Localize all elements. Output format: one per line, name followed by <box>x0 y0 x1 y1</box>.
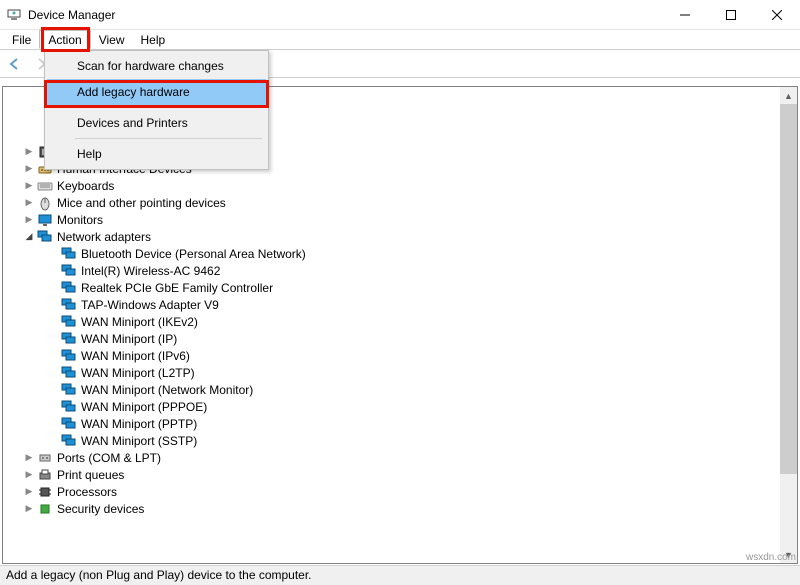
network-adapter-icon <box>61 433 77 449</box>
tree-label: Intel(R) Wireless-AC 9462 <box>81 264 220 278</box>
menubar: File Action View Help <box>0 30 800 50</box>
tree-network-child[interactable]: ▶WAN Miniport (SSTP) <box>3 432 782 449</box>
chevron-right-icon[interactable]: ▶ <box>23 146 35 157</box>
mouse-icon <box>37 195 53 211</box>
chevron-right-icon[interactable]: ▶ <box>23 486 35 497</box>
window-controls <box>662 0 800 30</box>
back-button[interactable] <box>4 53 26 75</box>
tree-label: WAN Miniport (PPTP) <box>81 417 197 431</box>
tree-label: Ports (COM & LPT) <box>57 451 161 465</box>
titlebar: Device Manager <box>0 0 800 30</box>
network-adapter-icon <box>61 280 77 296</box>
chevron-right-icon[interactable]: ▶ <box>23 452 35 463</box>
menu-scan-hardware[interactable]: Scan for hardware changes <box>47 53 266 79</box>
network-icon <box>37 229 53 245</box>
tree-network-child[interactable]: ▶WAN Miniport (IKEv2) <box>3 313 782 330</box>
tree-network-child[interactable]: ▶WAN Miniport (PPTP) <box>3 415 782 432</box>
tree-network-child[interactable]: ▶TAP-Windows Adapter V9 <box>3 296 782 313</box>
scroll-up-button[interactable]: ▲ <box>780 87 797 104</box>
tree-security-devices[interactable]: ▶ Security devices <box>3 500 782 517</box>
tree-network-child[interactable]: ▶Realtek PCIe GbE Family Controller <box>3 279 782 296</box>
tree-label: WAN Miniport (Network Monitor) <box>81 383 253 397</box>
tree-network-child[interactable]: ▶WAN Miniport (IP) <box>3 330 782 347</box>
menu-file[interactable]: File <box>4 30 39 49</box>
tree-print-queues[interactable]: ▶ Print queues <box>3 466 782 483</box>
tree-label: Keyboards <box>57 179 114 193</box>
tree-network-child[interactable]: ▶WAN Miniport (Network Monitor) <box>3 381 782 398</box>
maximize-button[interactable] <box>708 0 754 30</box>
app-icon <box>6 7 22 23</box>
tree-label: Network adapters <box>57 230 151 244</box>
chevron-right-icon[interactable]: ▶ <box>23 503 35 514</box>
tree-network-child[interactable]: ▶WAN Miniport (L2TP) <box>3 364 782 381</box>
tree-label: WAN Miniport (L2TP) <box>81 366 195 380</box>
menu-add-legacy-hardware[interactable]: Add legacy hardware <box>47 79 266 105</box>
processor-icon <box>37 484 53 500</box>
minimize-button[interactable] <box>662 0 708 30</box>
menu-view[interactable]: View <box>91 30 133 49</box>
network-adapter-icon <box>61 382 77 398</box>
tree-monitors[interactable]: ▶ Monitors <box>3 211 782 228</box>
watermark: wsxdn.com <box>746 552 796 563</box>
tree-mice[interactable]: ▶ Mice and other pointing devices <box>3 194 782 211</box>
tree-network-child[interactable]: ▶WAN Miniport (PPPOE) <box>3 398 782 415</box>
tree-network-child[interactable]: ▶Bluetooth Device (Personal Area Network… <box>3 245 782 262</box>
menu-help[interactable]: Help <box>47 141 266 167</box>
chevron-right-icon[interactable]: ▶ <box>23 163 35 174</box>
status-text: Add a legacy (non Plug and Play) device … <box>6 568 312 582</box>
network-adapter-icon <box>61 263 77 279</box>
tree-label: Monitors <box>57 213 103 227</box>
network-adapter-icon <box>61 331 77 347</box>
chevron-right-icon[interactable]: ▶ <box>23 214 35 225</box>
action-dropdown: Scan for hardware changes Add legacy har… <box>44 50 269 170</box>
tree-label: Bluetooth Device (Personal Area Network) <box>81 247 306 261</box>
menu-help[interactable]: Help <box>133 30 174 49</box>
tree-keyboards[interactable]: ▶ Keyboards <box>3 177 782 194</box>
keyboard-icon <box>37 178 53 194</box>
ports-icon <box>37 450 53 466</box>
dropdown-separator <box>75 138 262 139</box>
window-title: Device Manager <box>28 8 115 22</box>
tree-network-child[interactable]: ▶Intel(R) Wireless-AC 9462 <box>3 262 782 279</box>
tree-label: WAN Miniport (SSTP) <box>81 434 197 448</box>
printer-icon <box>37 467 53 483</box>
dropdown-separator <box>75 107 262 108</box>
vertical-scrollbar[interactable]: ▲ ▼ <box>780 87 797 563</box>
menu-action[interactable]: Action <box>39 30 90 49</box>
menu-devices-and-printers[interactable]: Devices and Printers <box>47 110 266 136</box>
network-adapter-icon <box>61 348 77 364</box>
network-adapter-icon <box>61 399 77 415</box>
statusbar: Add a legacy (non Plug and Play) device … <box>0 565 800 585</box>
tree-label: Print queues <box>57 468 124 482</box>
tree-label: TAP-Windows Adapter V9 <box>81 298 219 312</box>
tree-ports[interactable]: ▶ Ports (COM & LPT) <box>3 449 782 466</box>
tree-label: WAN Miniport (IP) <box>81 332 177 346</box>
monitor-icon <box>37 212 53 228</box>
chevron-right-icon[interactable]: ▶ <box>23 180 35 191</box>
tree-label: WAN Miniport (PPPOE) <box>81 400 207 414</box>
tree-label: WAN Miniport (IKEv2) <box>81 315 198 329</box>
chevron-down-icon[interactable]: ◢ <box>23 231 35 242</box>
network-adapter-icon <box>61 365 77 381</box>
tree-label: WAN Miniport (IPv6) <box>81 349 190 363</box>
network-adapter-icon <box>61 297 77 313</box>
network-adapter-icon <box>61 246 77 262</box>
tree-processors[interactable]: ▶ Processors <box>3 483 782 500</box>
chevron-right-icon[interactable]: ▶ <box>23 469 35 480</box>
tree-label: Realtek PCIe GbE Family Controller <box>81 281 273 295</box>
network-adapter-icon <box>61 416 77 432</box>
tree-label: Mice and other pointing devices <box>57 196 226 210</box>
chevron-right-icon[interactable]: ▶ <box>23 197 35 208</box>
network-adapter-icon <box>61 314 77 330</box>
close-button[interactable] <box>754 0 800 30</box>
scroll-thumb[interactable] <box>780 104 797 474</box>
security-icon <box>37 501 53 517</box>
tree-label: Security devices <box>57 502 144 516</box>
tree-label: Processors <box>57 485 117 499</box>
tree-network-child[interactable]: ▶WAN Miniport (IPv6) <box>3 347 782 364</box>
tree-network-adapters[interactable]: ◢ Network adapters <box>3 228 782 245</box>
